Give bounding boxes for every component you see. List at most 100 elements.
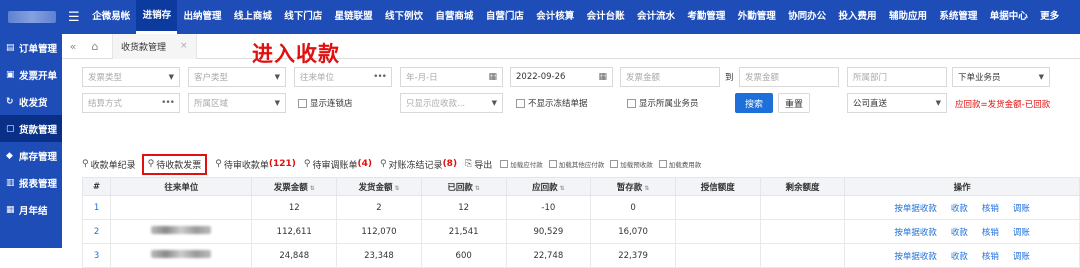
sidebar-item[interactable]: ▤ 订单管理 [0,34,62,61]
settle-method-input[interactable]: 结算方式 ••• [82,93,180,113]
more-icon[interactable]: ••• [161,98,175,108]
nav-item[interactable]: 进销存 [136,0,178,34]
cell-temp: 16,070 [590,219,676,244]
sidebar-item[interactable]: ▢ 货款管理 [0,115,62,142]
more-icon[interactable]: ••• [373,72,387,82]
amount-from-input[interactable]: 发票金额 [620,67,720,87]
nav-item[interactable]: 会计台账 [580,0,630,34]
column-header: 暂存款 ⇅ [590,177,676,196]
sort-icon[interactable]: ⇅ [560,185,565,192]
sidebar-item[interactable]: ▦ 月年结 [0,196,62,223]
sort-icon[interactable]: ⇅ [310,185,315,192]
sort-icon[interactable]: ⇅ [644,185,649,192]
partner-input[interactable]: 往来单位 ••• [294,67,392,87]
nav-item[interactable]: 更多 [1034,0,1065,34]
search-button[interactable]: 搜索 [735,93,773,113]
nav-item[interactable]: 投入费用 [832,0,882,34]
action-link[interactable]: 核销 [982,202,999,214]
receivable-select[interactable]: 只显示应收款... ▼ [400,93,503,113]
region-select[interactable]: 所属区域 ▼ [188,93,286,113]
action-link[interactable]: 调账 [1013,202,1030,214]
cell-partner [110,195,253,220]
sidebar-item[interactable]: ▣ 发票开单 [0,61,62,88]
cell-no: 1 [81,195,112,220]
action-link[interactable]: 核销 [982,250,999,262]
sort-icon[interactable]: ⇅ [394,185,399,192]
row-actions: 按单据收款 收款 核销 调账 [845,202,1079,214]
date-from-input[interactable]: 年-月-日 ▦ [400,67,503,87]
nav-item[interactable]: 会计核算 [530,0,580,34]
checkbox-box [548,160,557,168]
annotation-text: 进入收款 [252,42,340,66]
toolbar-checkbox[interactable]: 加载其他应付款 [548,159,604,169]
action-link[interactable]: 调账 [1013,250,1030,262]
nav-item[interactable]: 线上商城 [228,0,278,34]
amount-to-input[interactable]: 发票金额 [739,67,839,87]
nav-item[interactable]: 辅助应用 [883,0,933,34]
delivery-icon: ↻ [6,96,14,107]
cell-received: 600 [420,243,507,268]
customer-type-select[interactable]: 客户类型 ▼ [188,67,286,87]
toolbar-item[interactable]: ⚲ 待审收款单 (121) [215,158,296,171]
nav-item[interactable]: 企微易帐 [86,0,136,34]
calendar-icon[interactable]: ▦ [488,72,497,82]
header-label: 操作 [953,182,971,193]
sidebar-item[interactable]: ◆ 库存管理 [0,142,62,169]
nav-item[interactable]: 自营商城 [429,0,479,34]
action-link[interactable]: 按单据收款 [894,226,937,238]
company-select[interactable]: 公司直送 ▼ [847,93,947,113]
toolbar-item[interactable]: ⚲ 收款单纪录 [82,158,136,171]
salesperson-select[interactable]: 下单业务员 ▼ [952,67,1050,87]
close-icon[interactable]: × [180,41,188,51]
sidebar-item[interactable]: ↻ 收发货 [0,88,62,115]
nav-item[interactable]: 外勤管理 [732,0,782,34]
show-my-clerk-checkbox[interactable]: 显示所属业务员 [627,97,699,109]
tab-receivables[interactable]: 收货款管理 × [112,33,197,59]
nav-item[interactable]: 协同办公 [782,0,832,34]
show-chain-store-checkbox[interactable]: 显示连锁店 [298,97,353,109]
export-button[interactable]: ⎘ 导出 [465,158,492,171]
action-link[interactable]: 收款 [951,226,968,238]
cell-partner [110,219,253,244]
nav-item[interactable]: 线下例饮 [379,0,429,34]
nav-item[interactable]: 考勤管理 [681,0,731,34]
sort-icon[interactable]: ⇅ [475,185,480,192]
column-header: # [81,177,112,196]
formula-note: 应回款=发货金额-已回款 [955,100,1051,110]
chevron-down-icon: ▼ [168,73,174,81]
toolbar-item[interactable]: ⚲ 待收款发票 [141,153,208,175]
toolbar-checkbox[interactable]: 加载费用款 [658,159,701,169]
hide-frozen-checkbox[interactable]: 不显示冻结单据 [516,97,588,109]
department-input[interactable]: 所属部门 [847,67,947,87]
nav-item[interactable]: 线下门店 [278,0,328,34]
cell-ops: 按单据收款 收款 核销 调账 [844,243,1080,268]
date-to-input[interactable]: 2022-09-26 ▦ [510,67,613,87]
action-link[interactable]: 核销 [982,226,999,238]
reset-button[interactable]: 重置 [778,93,810,113]
action-link[interactable]: 按单据收款 [894,250,937,262]
calendar-icon: ▦ [6,204,15,215]
toolbar-checkbox[interactable]: 加载预收款 [610,159,653,169]
menu-icon[interactable]: ☰ [68,10,82,25]
home-icon[interactable]: ⌂ [84,40,106,53]
nav-item[interactable]: 出纳管理 [177,0,227,34]
collapse-icon[interactable]: « [62,40,84,53]
nav-item[interactable]: 会计流水 [631,0,681,34]
action-link[interactable]: 调账 [1013,226,1030,238]
nav-item[interactable]: 星链联盟 [328,0,378,34]
action-link[interactable]: 收款 [951,250,968,262]
action-toolbar: ⚲ 收款单纪录 ⚲ 待收款发票 ⚲ 待审收款单 (121) ⚲ 待审调账单 (4) ⚲ 对账冻结记录(… [82,153,707,175]
action-link[interactable]: 按单据收款 [894,202,937,214]
action-link[interactable]: 收款 [951,202,968,214]
toolbar-item[interactable]: ⚲ 对账冻结记录 (8) [380,158,457,171]
table-header: # 往来单位 发票金额 ⇅ 发货金额 ⇅ 已回款 ⇅ 应回款 ⇅ 暂存款 ⇅ 授信额度 剩余额度 操作 [81,177,1080,196]
nav-item[interactable]: 单据中心 [984,0,1034,34]
toolbar-checkbox[interactable]: 加载应付款 [500,159,543,169]
cell-credit [674,219,761,244]
nav-item[interactable]: 自营门店 [480,0,530,34]
nav-item[interactable]: 系统管理 [933,0,983,34]
invoice-type-select[interactable]: 发票类型 ▼ [82,67,180,87]
sidebar-item[interactable]: ▥ 报表管理 [0,169,62,196]
calendar-icon[interactable]: ▦ [598,72,607,82]
toolbar-item[interactable]: ⚲ 待审调账单 (4) [304,158,372,171]
